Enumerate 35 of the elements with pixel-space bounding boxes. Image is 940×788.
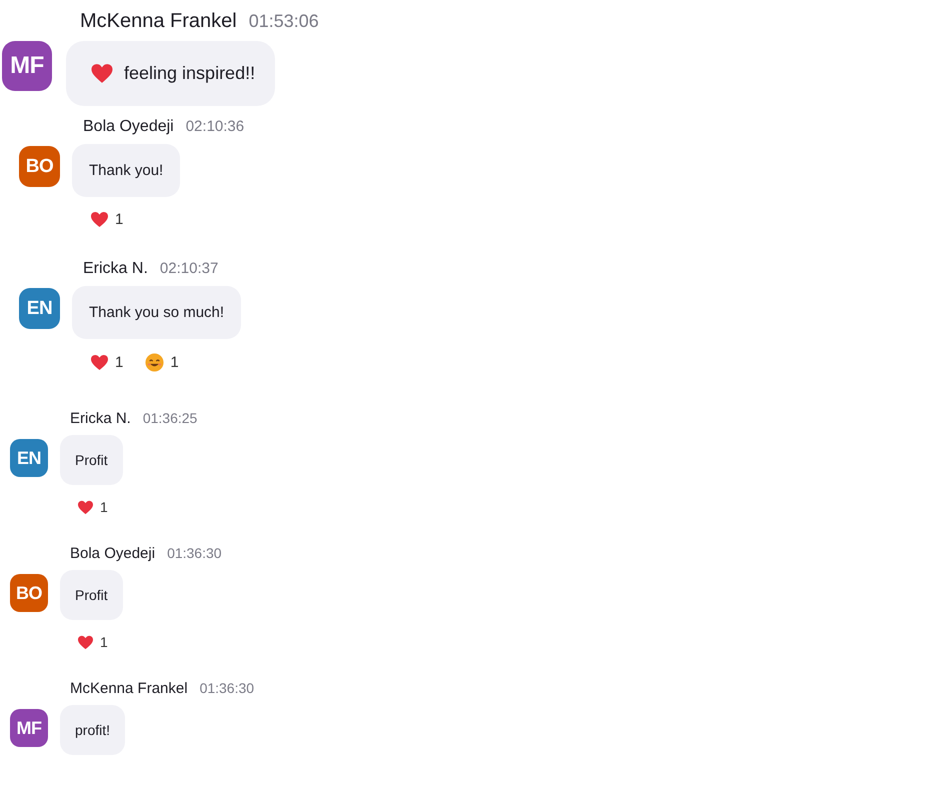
heart-icon: [77, 500, 94, 514]
avatar[interactable]: MF: [10, 709, 48, 747]
timestamp: 01:36:30: [200, 680, 254, 696]
reaction-button[interactable]: 1: [77, 499, 108, 515]
avatar[interactable]: EN: [10, 439, 48, 477]
avatar[interactable]: MF: [2, 41, 52, 91]
author-name: Ericka N.: [70, 410, 131, 427]
author-name: Bola Oyedeji: [70, 545, 156, 562]
message-text: feeling inspired!!: [124, 63, 256, 84]
timestamp: 02:10:36: [186, 118, 244, 135]
message-text: Profit: [75, 452, 108, 468]
heart-icon: [90, 63, 114, 84]
avatar[interactable]: BO: [19, 146, 60, 187]
reaction-button[interactable]: 1: [145, 353, 179, 372]
timestamp: 01:53:06: [248, 11, 319, 32]
timestamp: 01:36:25: [142, 410, 198, 426]
reaction-button[interactable]: 1: [90, 353, 124, 372]
author-name: Bola Oyedeji: [83, 118, 174, 136]
smiling-face-icon: [145, 353, 164, 372]
message-text: Thank you!: [89, 162, 164, 179]
avatar[interactable]: BO: [10, 574, 48, 612]
reaction-button[interactable]: 1: [90, 211, 124, 228]
message-text: profit!: [75, 722, 110, 738]
timestamp: 02:10:37: [160, 260, 218, 277]
message-text: Profit: [75, 587, 108, 603]
author-name: McKenna Frankel: [70, 680, 188, 697]
timestamp: 01:36:30: [167, 545, 222, 561]
author-name: McKenna Frankel: [80, 10, 237, 33]
heart-icon: [90, 354, 109, 371]
reaction-button[interactable]: 1: [77, 634, 108, 650]
author-name: Ericka N.: [83, 260, 148, 278]
message-text: Thank you so much!: [89, 304, 224, 321]
heart-icon: [90, 211, 109, 228]
heart-icon: [77, 634, 94, 650]
avatar[interactable]: EN: [19, 288, 60, 329]
